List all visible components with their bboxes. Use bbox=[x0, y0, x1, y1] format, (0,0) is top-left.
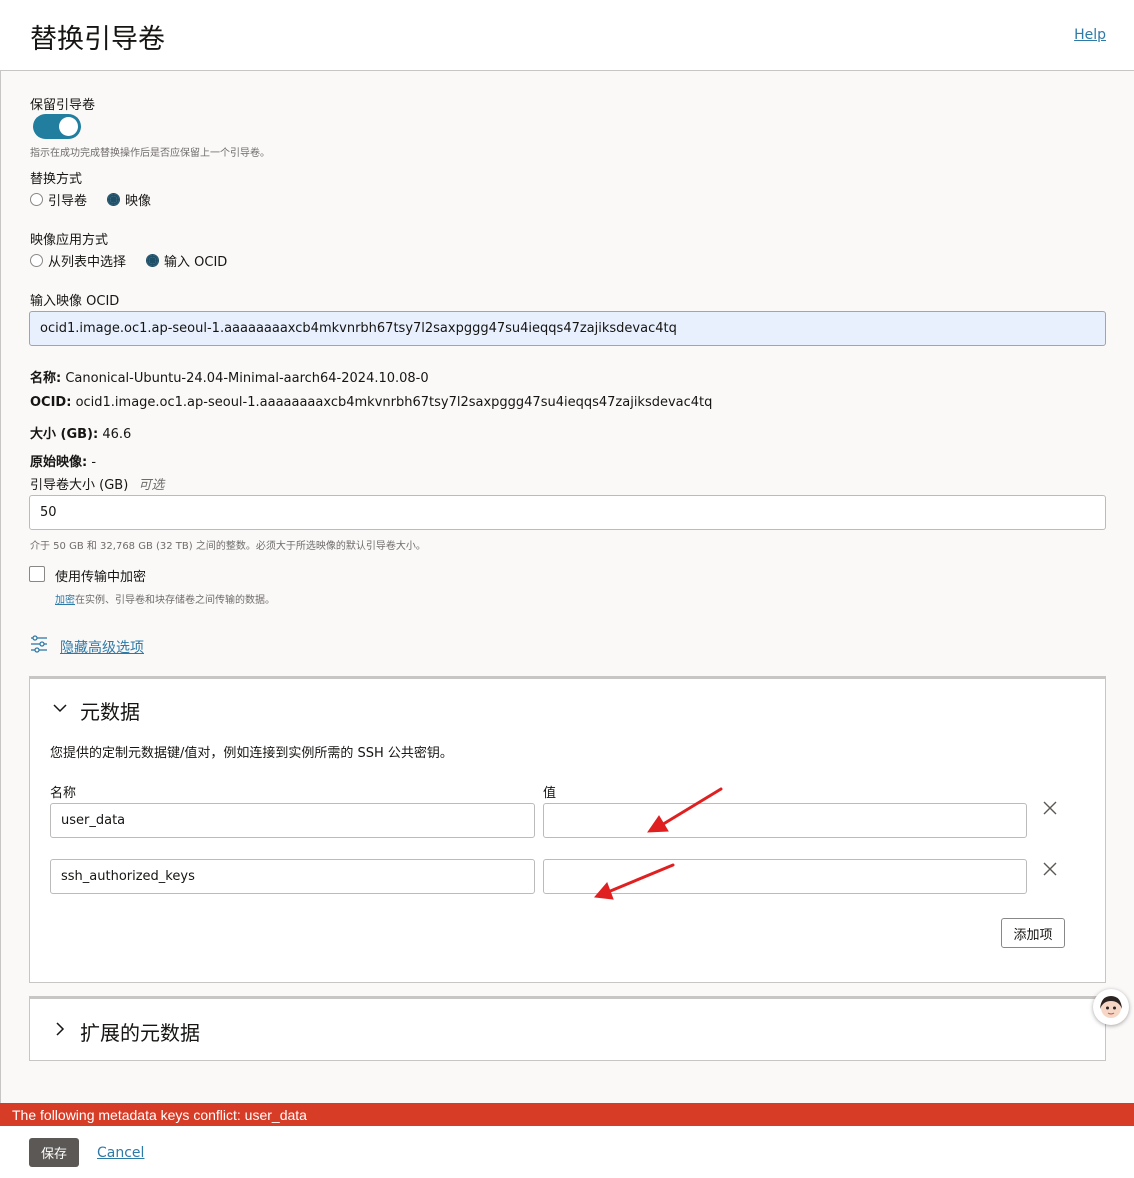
encryption-link[interactable]: 加密 bbox=[55, 595, 75, 606]
boot-size-label: 引导卷大小 (GB) bbox=[30, 478, 129, 493]
radio-from-list[interactable] bbox=[30, 254, 43, 267]
close-icon[interactable] bbox=[1042, 861, 1058, 877]
radio-boot-volume[interactable] bbox=[30, 193, 43, 206]
error-banner: The following metadata keys conflict: us… bbox=[0, 1103, 1134, 1126]
ocid-input[interactable]: ocid1.image.oc1.ap-seoul-1.aaaaaaaaxcb4m… bbox=[29, 311, 1106, 346]
page-title: 替换引导卷 bbox=[30, 24, 165, 55]
source-image-line: 原始映像: - bbox=[30, 451, 96, 470]
image-size-line: 大小 (GB): 46.6 bbox=[30, 423, 131, 442]
image-size-label: 大小 (GB): bbox=[30, 427, 99, 442]
replace-by-radio-group: 引导卷 映像 bbox=[30, 190, 171, 209]
radio-label: 引导卷 bbox=[48, 194, 88, 209]
metadata-key-input-2[interactable]: ssh_authorized_keys bbox=[50, 859, 535, 894]
radio-enter-ocid[interactable] bbox=[146, 254, 160, 267]
optional-tag: 可选 bbox=[138, 478, 165, 493]
ocid-input-label: 输入映像 OCID bbox=[30, 294, 120, 309]
metadata-value-input-1[interactable] bbox=[543, 803, 1027, 838]
image-ocid-value: ocid1.image.oc1.ap-seoul-1.aaaaaaaaxcb4m… bbox=[75, 395, 713, 410]
help-link[interactable]: Help bbox=[1074, 27, 1106, 43]
chevron-down-icon[interactable] bbox=[52, 700, 68, 716]
encryption-hint-text: 在实例、引导卷和块存储卷之间传输的数据。 bbox=[75, 595, 275, 606]
metadata-key-input-1[interactable]: user_data bbox=[50, 803, 535, 838]
cancel-link[interactable]: Cancel bbox=[97, 1145, 144, 1161]
sliders-icon[interactable] bbox=[30, 635, 48, 653]
footer: 保存 Cancel bbox=[0, 1126, 1134, 1178]
image-ocid-label: OCID: bbox=[30, 395, 72, 410]
metadata-value-header: 值 bbox=[543, 786, 557, 801]
metadata-description: 您提供的定制元数据键/值对，例如连接到实例所需的 SSH 公共密钥。 bbox=[50, 746, 453, 761]
source-image-value: - bbox=[91, 455, 97, 470]
metadata-value-input-2[interactable] bbox=[543, 859, 1027, 894]
radio-label: 输入 OCID bbox=[164, 255, 228, 270]
preserve-label: 保留引导卷 bbox=[30, 98, 96, 113]
encryption-label: 使用传输中加密 bbox=[55, 570, 147, 585]
preserve-toggle[interactable] bbox=[33, 114, 81, 139]
image-size-value: 46.6 bbox=[102, 427, 132, 442]
encryption-hint: 加密在实例、引导卷和块存储卷之间传输的数据。 bbox=[55, 591, 275, 606]
radio-option-boot-volume[interactable]: 引导卷 bbox=[30, 190, 87, 209]
save-button[interactable]: 保存 bbox=[29, 1138, 79, 1167]
add-item-button[interactable]: 添加项 bbox=[1001, 918, 1065, 948]
radio-option-image[interactable]: 映像 bbox=[107, 190, 151, 209]
image-name-label: 名称: bbox=[30, 371, 62, 386]
hide-advanced-link[interactable]: 隐藏高级选项 bbox=[60, 637, 144, 657]
image-apply-label: 映像应用方式 bbox=[30, 233, 109, 248]
boot-size-input[interactable]: 50 bbox=[29, 495, 1106, 530]
page-header: 替换引导卷 Help bbox=[0, 0, 1134, 71]
toggle-knob bbox=[59, 117, 78, 136]
image-name-line: 名称: Canonical-Ubuntu-24.04-Minimal-aarch… bbox=[30, 367, 429, 386]
metadata-name-header: 名称 bbox=[50, 786, 77, 801]
boot-size-label-line: 引导卷大小 (GB) 可选 bbox=[30, 474, 164, 493]
chevron-right-icon[interactable] bbox=[52, 1021, 68, 1037]
extended-metadata-title[interactable]: 扩展的元数据 bbox=[80, 1017, 200, 1046]
image-apply-radio-group: 从列表中选择 输入 OCID bbox=[30, 251, 247, 270]
image-name-value: Canonical-Ubuntu-24.04-Minimal-aarch64-2… bbox=[65, 371, 429, 386]
source-image-label: 原始映像: bbox=[30, 455, 88, 470]
replace-by-label: 替换方式 bbox=[30, 172, 83, 187]
encryption-checkbox[interactable] bbox=[29, 566, 45, 582]
close-icon[interactable] bbox=[1042, 800, 1058, 816]
boot-size-hint: 介于 50 GB 和 32,768 GB (32 TB) 之间的整数。必须大于所… bbox=[30, 541, 426, 552]
image-ocid-line: OCID: ocid1.image.oc1.ap-seoul-1.aaaaaaa… bbox=[30, 395, 712, 410]
radio-option-enter-ocid[interactable]: 输入 OCID bbox=[146, 251, 227, 270]
radio-label: 从列表中选择 bbox=[48, 255, 127, 270]
assistant-avatar[interactable] bbox=[1093, 989, 1129, 1025]
radio-label: 映像 bbox=[125, 194, 152, 209]
radio-option-from-list[interactable]: 从列表中选择 bbox=[30, 251, 126, 270]
radio-image[interactable] bbox=[107, 193, 121, 206]
preserve-hint: 指示在成功完成替换操作后是否应保留上一个引导卷。 bbox=[30, 148, 270, 159]
metadata-title[interactable]: 元数据 bbox=[80, 696, 140, 725]
